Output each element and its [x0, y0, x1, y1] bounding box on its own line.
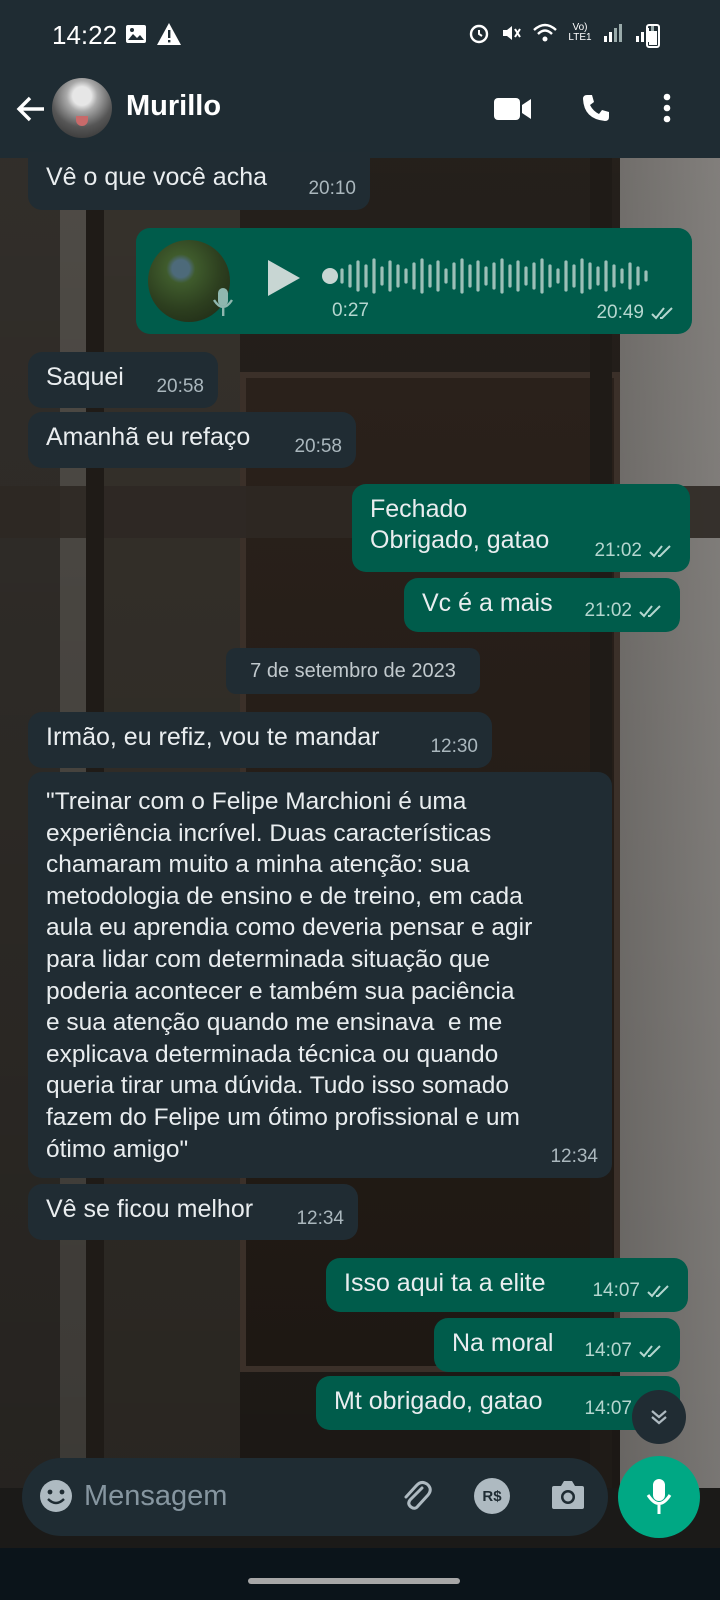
double-check-icon [649, 544, 671, 557]
message-text: "Treinar com o Felipe Marchioni é uma ex… [46, 788, 533, 1163]
video-call-icon[interactable] [494, 96, 532, 122]
message-time: 20:58 [294, 436, 342, 457]
back-arrow-icon[interactable] [14, 92, 48, 126]
home-handle[interactable] [248, 1578, 460, 1584]
camera-icon[interactable] [550, 1478, 586, 1512]
voice-record-button[interactable] [618, 1456, 700, 1538]
warning-icon [157, 23, 181, 45]
message-text: Vê se ficou melhor [46, 1195, 254, 1223]
chat-header: Murillo [0, 70, 720, 158]
mic-icon [646, 1479, 672, 1514]
message-incoming[interactable]: Vê se ficou melhor 12:34 [28, 1184, 358, 1240]
message-time: 12:30 [430, 736, 478, 757]
battery-icon [646, 24, 660, 48]
message-time: 12:34 [296, 1208, 344, 1229]
double-check-icon [639, 604, 661, 617]
message-time: 14:07 [584, 1398, 632, 1419]
message-time: 20:10 [308, 178, 356, 199]
message-outgoing[interactable]: Isso aqui ta a elite 14:07 [326, 1258, 688, 1312]
network-label: Vo) LTE1 [568, 22, 592, 43]
double-check-icon [651, 306, 673, 319]
voice-duration: 0:27 [332, 300, 369, 321]
message-text: Mt obrigado, gatao [334, 1387, 543, 1415]
message-time: 14:07 [592, 1280, 640, 1301]
more-options-icon[interactable] [662, 92, 672, 124]
message-text: Irmão, eu refiz, vou te mandar [46, 723, 380, 751]
message-text: Vê o que você acha [46, 163, 267, 191]
contact-name[interactable]: Murillo [126, 90, 221, 123]
emoji-icon[interactable] [38, 1478, 74, 1514]
message-outgoing[interactable]: Fechado Obrigado, gatao 21:02 [352, 484, 690, 572]
voice-message[interactable]: 0:27 20:49 [136, 228, 692, 334]
message-text: Fechado Obrigado, gatao [370, 495, 550, 554]
system-nav-bar [0, 1548, 720, 1600]
message-time: 21:02 [594, 540, 642, 561]
double-check-icon [639, 1344, 661, 1357]
wifi-icon [533, 23, 557, 42]
message-text: Vc é a mais [422, 589, 553, 617]
message-time: 14:07 [584, 1340, 632, 1361]
avatar[interactable] [52, 78, 112, 138]
mute-icon [503, 26, 521, 40]
status-time: 14:22 [52, 20, 118, 50]
message-incoming[interactable]: Saquei 20:58 [28, 352, 218, 408]
alarm-icon [469, 24, 489, 44]
message-incoming[interactable]: Irmão, eu refiz, vou te mandar 12:30 [28, 712, 492, 768]
chevron-down-icon [651, 1410, 667, 1425]
message-time: 12:34 [550, 1146, 598, 1167]
scroll-to-bottom-button[interactable] [632, 1390, 686, 1444]
message-time: 21:02 [584, 600, 632, 621]
message-time: 20:49 [596, 302, 644, 323]
message-composer: Mensagem R$ [22, 1458, 608, 1536]
message-input[interactable]: Mensagem [84, 1480, 227, 1513]
phone-icon[interactable] [580, 92, 612, 124]
signal-icon [604, 24, 622, 42]
double-check-icon [647, 1284, 669, 1297]
message-text: Isso aqui ta a elite [344, 1269, 546, 1297]
attach-icon[interactable] [398, 1478, 434, 1514]
date-separator: 7 de setembro de 2023 [226, 648, 480, 694]
gallery-icon [126, 25, 146, 43]
message-outgoing[interactable]: Mt obrigado, gatao 14:07 [316, 1376, 680, 1430]
mic-icon [212, 288, 234, 316]
message-incoming[interactable]: "Treinar com o Felipe Marchioni é uma ex… [28, 772, 612, 1178]
message-incoming[interactable]: Vê o que você acha 20:10 [28, 152, 370, 210]
status-bar: 14:22 Vo) LTE1 [0, 0, 720, 70]
message-incoming[interactable]: Amanhã eu refaço 20:58 [28, 412, 356, 468]
message-text: Saquei [46, 363, 124, 391]
message-outgoing[interactable]: Vc é a mais 21:02 [404, 578, 680, 632]
payment-button[interactable]: R$ [474, 1478, 510, 1514]
message-outgoing[interactable]: Na moral 14:07 [434, 1318, 680, 1372]
message-text: Amanhã eu refaço [46, 423, 251, 451]
message-time: 20:58 [156, 376, 204, 397]
play-icon[interactable] [266, 258, 302, 298]
voice-waveform[interactable] [320, 256, 660, 296]
message-text: Na moral [452, 1329, 554, 1357]
